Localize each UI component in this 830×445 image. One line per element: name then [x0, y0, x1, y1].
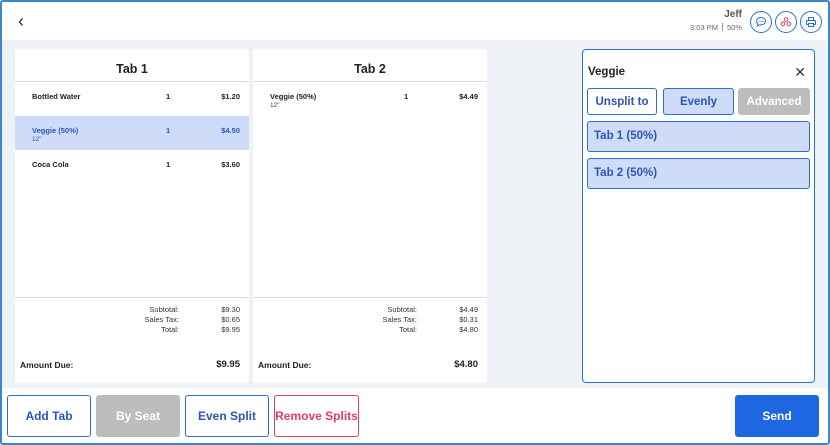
- chat-button[interactable]: [750, 11, 772, 33]
- item-name: Veggie (50%): [270, 92, 317, 101]
- clock-time: 3:03 PM: [690, 23, 718, 32]
- item-quantity: 1: [166, 160, 171, 169]
- split-advanced-button[interactable]: Advanced: [738, 88, 810, 115]
- item-name: Coca Cola: [32, 160, 69, 169]
- back-button[interactable]: ‹: [12, 10, 30, 32]
- subtotal-label: Subtotal:: [149, 305, 179, 314]
- amount-due-label: Amount Due:: [20, 360, 74, 370]
- print-button[interactable]: [800, 11, 822, 33]
- even-split-button[interactable]: Even Split: [185, 395, 269, 437]
- tab-title: Tab 1: [15, 49, 249, 82]
- add-tab-button[interactable]: Add Tab: [7, 395, 91, 437]
- list-item[interactable]: Bottled Water 1 $1.20: [15, 82, 249, 116]
- subtotal-value: $4.49: [459, 305, 478, 314]
- group-icon: [780, 17, 792, 27]
- item-name: Veggie (50%): [32, 126, 79, 135]
- close-button[interactable]: ✕: [794, 64, 806, 81]
- item-price: $1.20: [221, 92, 240, 101]
- item-modifier: 12": [32, 136, 42, 143]
- item-price: $4.49: [459, 92, 478, 101]
- split-options-panel: Veggie ✕ Unsplit to Evenly Advanced Tab …: [582, 49, 815, 383]
- item-list: Veggie (50%) 12" 1 $4.49: [253, 82, 487, 296]
- amount-due-value: $4.80: [454, 359, 478, 370]
- amount-due-value: $9.95: [216, 359, 240, 370]
- item-price: $4.50: [221, 126, 240, 135]
- total-value: $4.80: [459, 325, 478, 334]
- list-item-selected[interactable]: Veggie (50%) 12" 1 $4.50: [15, 116, 249, 150]
- split-share-tab-1[interactable]: Tab 1 (50%): [587, 121, 810, 152]
- amount-due: Amount Due: $4.80: [253, 347, 487, 383]
- item-list: Bottled Water 1 $1.20 Veggie (50%) 12" 1…: [15, 82, 249, 296]
- list-item[interactable]: Veggie (50%) 12" 1 $4.49: [253, 82, 487, 116]
- battery-level: 50%: [726, 23, 742, 32]
- split-share-tab-2[interactable]: Tab 2 (50%): [587, 158, 810, 189]
- tax-label: Sales Tax:: [144, 315, 179, 324]
- subtotal-label: Subtotal:: [387, 305, 417, 314]
- printer-icon: [806, 17, 816, 27]
- user-info: Jeff 3:03 PM 50%: [690, 9, 742, 32]
- by-seat-button[interactable]: By Seat: [96, 395, 180, 437]
- total-value: $9.95: [221, 325, 240, 334]
- total-label: Total:: [161, 325, 179, 334]
- tab-title: Tab 2: [253, 49, 487, 82]
- user-name: Jeff: [724, 9, 742, 20]
- chevron-left-icon: ‹: [18, 11, 24, 31]
- item-quantity: 1: [166, 126, 171, 135]
- amount-due: Amount Due: $9.95: [15, 347, 249, 383]
- split-evenly-button[interactable]: Evenly: [663, 88, 734, 115]
- item-name: Bottled Water: [32, 92, 81, 101]
- close-icon: ✕: [794, 64, 806, 80]
- tax-label: Sales Tax:: [382, 315, 417, 324]
- send-button[interactable]: Send: [735, 395, 819, 437]
- totals-section: Subtotal: $9.30 Sales Tax: $0.65 Total: …: [15, 297, 249, 347]
- group-button[interactable]: [775, 11, 797, 33]
- tax-value: $0.31: [459, 315, 478, 324]
- tax-value: $0.65: [221, 315, 240, 324]
- amount-due-label: Amount Due:: [258, 360, 312, 370]
- divider: [721, 23, 723, 31]
- item-modifier: 12": [270, 102, 280, 109]
- tab-panel-2: Tab 2 Veggie (50%) 12" 1 $4.49 Subtotal:…: [253, 49, 487, 383]
- tab-panel-1: Tab 1 Bottled Water 1 $1.20 Veggie (50%)…: [15, 49, 249, 383]
- item-price: $3.60: [221, 160, 240, 169]
- subtotal-value: $9.30: [221, 305, 240, 314]
- remove-splits-button[interactable]: Remove Splits: [274, 395, 359, 437]
- unsplit-button[interactable]: Unsplit to: [587, 88, 657, 115]
- split-item-title: Veggie: [588, 66, 626, 78]
- totals-section: Subtotal: $4.49 Sales Tax: $0.31 Total: …: [253, 297, 487, 347]
- list-item[interactable]: Coca Cola 1 $3.60: [15, 150, 249, 184]
- top-bar: ‹ Jeff 3:03 PM 50%: [2, 2, 828, 40]
- chat-icon: [755, 16, 767, 27]
- total-label: Total:: [399, 325, 417, 334]
- item-quantity: 1: [404, 92, 409, 101]
- item-quantity: 1: [166, 92, 171, 101]
